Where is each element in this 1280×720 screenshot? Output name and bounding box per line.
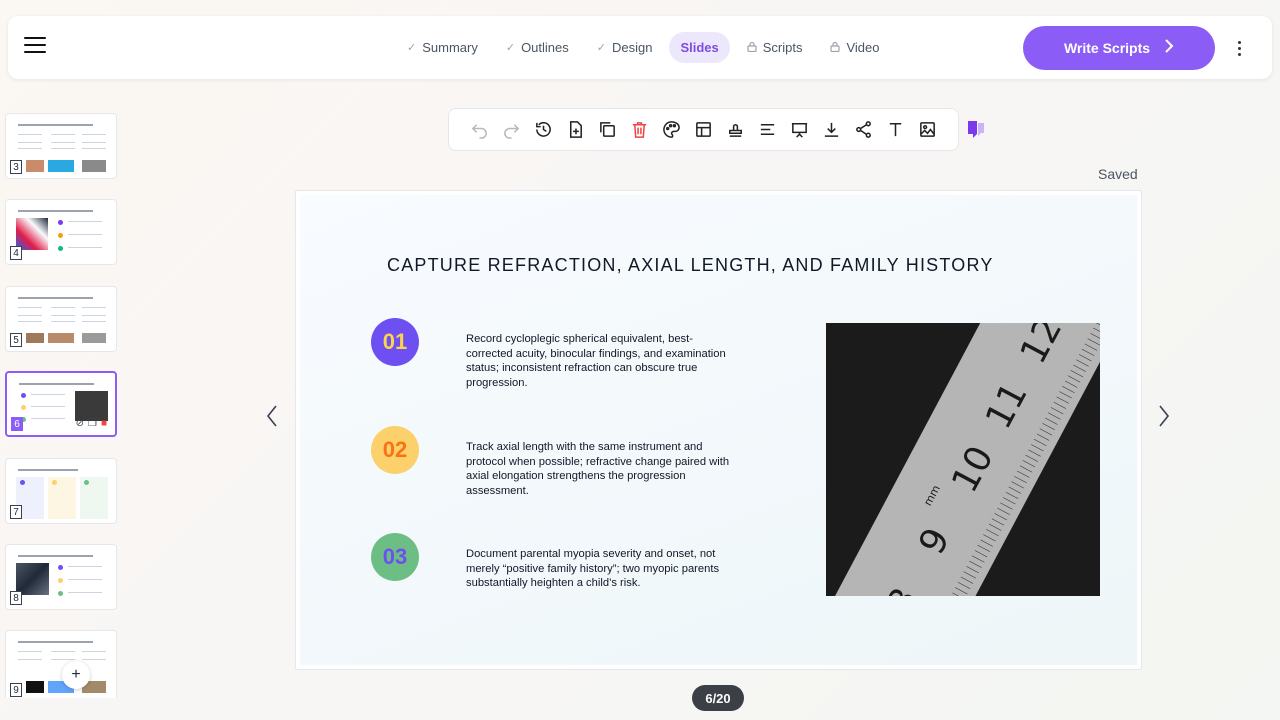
duplicate-icon[interactable] [591,114,623,146]
point-badge: 02 [371,426,419,474]
align-icon[interactable] [751,114,783,146]
point-text[interactable]: Record cycloplegic spherical equivalent,… [466,332,736,390]
menu-icon[interactable] [24,37,46,57]
slide-thumbnails: 3 4 5 ⊘ ❐ ■ 6 7 8 9 + [0,108,125,698]
slide-thumbnail[interactable]: 7 [5,458,117,524]
slide-number: 8 [10,591,22,605]
history-icon[interactable] [527,114,559,146]
tab-scripts[interactable]: Scripts [736,32,814,63]
tab-label: Design [611,40,653,55]
slide-number: 7 [10,505,22,519]
add-slide-button[interactable]: + [62,661,90,689]
slide-number: 3 [10,160,22,174]
previous-slide-button[interactable] [266,405,278,434]
slide-toolbar [448,108,959,151]
layout-icon[interactable] [687,114,719,146]
slide-canvas[interactable]: CAPTURE REFRACTION, AXIAL LENGTH, AND FA… [295,190,1142,670]
add-page-icon[interactable] [559,114,591,146]
point-text[interactable]: Track axial length with the same instrum… [466,440,736,498]
next-slide-button[interactable] [1158,405,1170,434]
slide-number: 4 [10,246,22,260]
slide-thumbnail[interactable]: 9 [5,630,117,698]
point-badge: 03 [371,533,419,581]
thumbnail-actions: ⊘ ❐ ■ [76,418,107,429]
top-bar: ✓ Summary ✓ Outlines ✓ Design Slides Script… [8,16,1272,79]
slide-thumbnail[interactable]: 8 [5,544,117,610]
save-status: Saved [1098,166,1138,182]
tab-video[interactable]: Video [819,32,890,63]
download-icon[interactable] [815,114,847,146]
lock-icon [830,41,841,55]
hide-icon[interactable]: ⊘ [76,418,84,429]
slide-title[interactable]: CAPTURE REFRACTION, AXIAL LENGTH, AND FA… [387,255,1047,276]
check-icon: ✓ [596,42,606,54]
share-icon[interactable] [847,114,879,146]
tab-design[interactable]: ✓ Design [586,32,664,63]
palette-icon[interactable] [655,114,687,146]
tab-label: Slides [680,40,719,55]
tab-slides[interactable]: Slides [669,32,730,63]
text-icon[interactable] [879,114,911,146]
tab-outlines[interactable]: ✓ Outlines [495,32,580,63]
tab-label: Summary [422,40,478,55]
trash-icon[interactable] [623,114,655,146]
point-text[interactable]: Document parental myopia severity and on… [466,547,736,591]
step-tabs: ✓ Summary ✓ Outlines ✓ Design Slides Script… [396,32,891,64]
write-scripts-button[interactable]: Write Scripts [1023,26,1215,70]
trash-icon[interactable]: ■ [101,418,107,429]
slide-thumbnail[interactable]: 4 [5,199,117,265]
slide-thumbnail[interactable]: 5 [5,286,117,352]
more-options-icon[interactable] [1234,38,1244,58]
undo-icon[interactable] [463,114,495,146]
slide-thumbnail-active[interactable]: ⊘ ❐ ■ 6 [5,371,117,437]
tab-label: Video [846,40,880,55]
stamp-icon[interactable] [719,114,751,146]
check-icon: ✓ [407,42,417,54]
image-icon[interactable] [911,114,943,146]
ai-assistant-icon[interactable] [965,118,987,140]
ruler-image[interactable]: 8 9 10 11 12 mm [826,323,1100,596]
chevron-right-icon [1164,38,1174,58]
slide-number: 6 [11,417,23,431]
check-icon: ✓ [505,42,516,54]
slide-number: 5 [10,333,22,347]
tab-label: Outlines [521,40,569,55]
redo-icon[interactable] [495,114,527,146]
presentation-icon[interactable] [783,114,815,146]
lock-icon [747,41,757,55]
tab-summary[interactable]: ✓ Summary [396,32,489,63]
write-scripts-label: Write Scripts [1063,40,1151,56]
point-badge: 01 [371,318,419,366]
duplicate-icon[interactable]: ❐ [88,418,97,429]
slide-number: 9 [10,683,22,697]
slide-thumbnail[interactable]: 3 [5,113,117,179]
slide-content: CAPTURE REFRACTION, AXIAL LENGTH, AND FA… [300,195,1137,665]
page-indicator: 6/20 [692,685,744,711]
tab-label: Scripts [762,40,803,55]
